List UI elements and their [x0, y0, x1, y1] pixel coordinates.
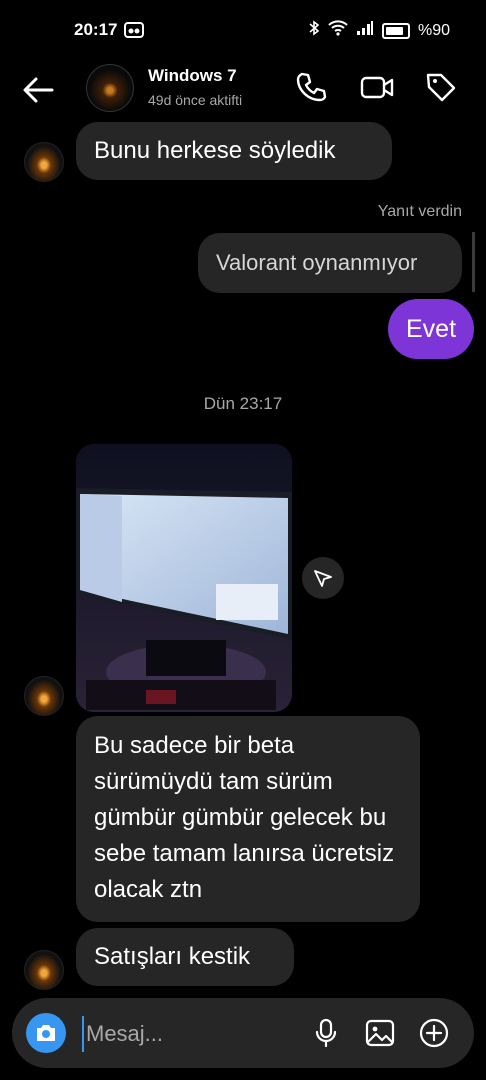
status-time: 20:17 [74, 20, 118, 39]
contact-status: 49d önce aktifti [148, 92, 243, 108]
gallery-icon[interactable] [364, 1017, 396, 1049]
notification-icon [124, 22, 144, 38]
sender-avatar[interactable] [24, 676, 64, 716]
contact-avatar[interactable] [86, 64, 134, 112]
status-icons: %90 [308, 20, 450, 41]
message-timestamp: Dün 23:17 [203, 394, 283, 413]
phone-icon[interactable] [294, 70, 328, 104]
signal-icon [356, 20, 374, 41]
bluetooth-icon [308, 20, 320, 41]
microphone-icon[interactable] [310, 1017, 342, 1049]
camera-icon[interactable] [26, 1013, 66, 1053]
message-bubble-incoming[interactable]: Bunu herkese söyledik [76, 122, 392, 180]
plus-circle-icon[interactable] [418, 1017, 450, 1049]
sender-avatar[interactable] [24, 950, 64, 990]
message-bubble-incoming[interactable]: Bu sadece bir beta sürümüydü tam sürüm g… [76, 716, 420, 922]
tag-icon[interactable] [424, 70, 458, 104]
contact-name[interactable]: Windows 7 [148, 66, 237, 86]
message-input[interactable] [82, 1016, 296, 1052]
reply-indicator [472, 232, 475, 292]
wifi-icon [328, 20, 348, 41]
send-icon[interactable] [302, 557, 344, 599]
back-arrow-icon[interactable] [20, 70, 60, 110]
video-camera-icon[interactable] [360, 70, 394, 104]
message-bubble-outgoing[interactable]: Evet [388, 299, 474, 359]
photo-message[interactable] [76, 444, 292, 712]
message-bubble-incoming[interactable]: Satışları kestik [76, 928, 294, 986]
battery-icon [381, 22, 410, 39]
sender-avatar[interactable] [24, 142, 64, 182]
quoted-message[interactable]: Valorant oynanmıyor [198, 233, 462, 293]
reply-label: Yanıt verdin [377, 203, 462, 220]
battery-level: %90 [417, 21, 450, 39]
